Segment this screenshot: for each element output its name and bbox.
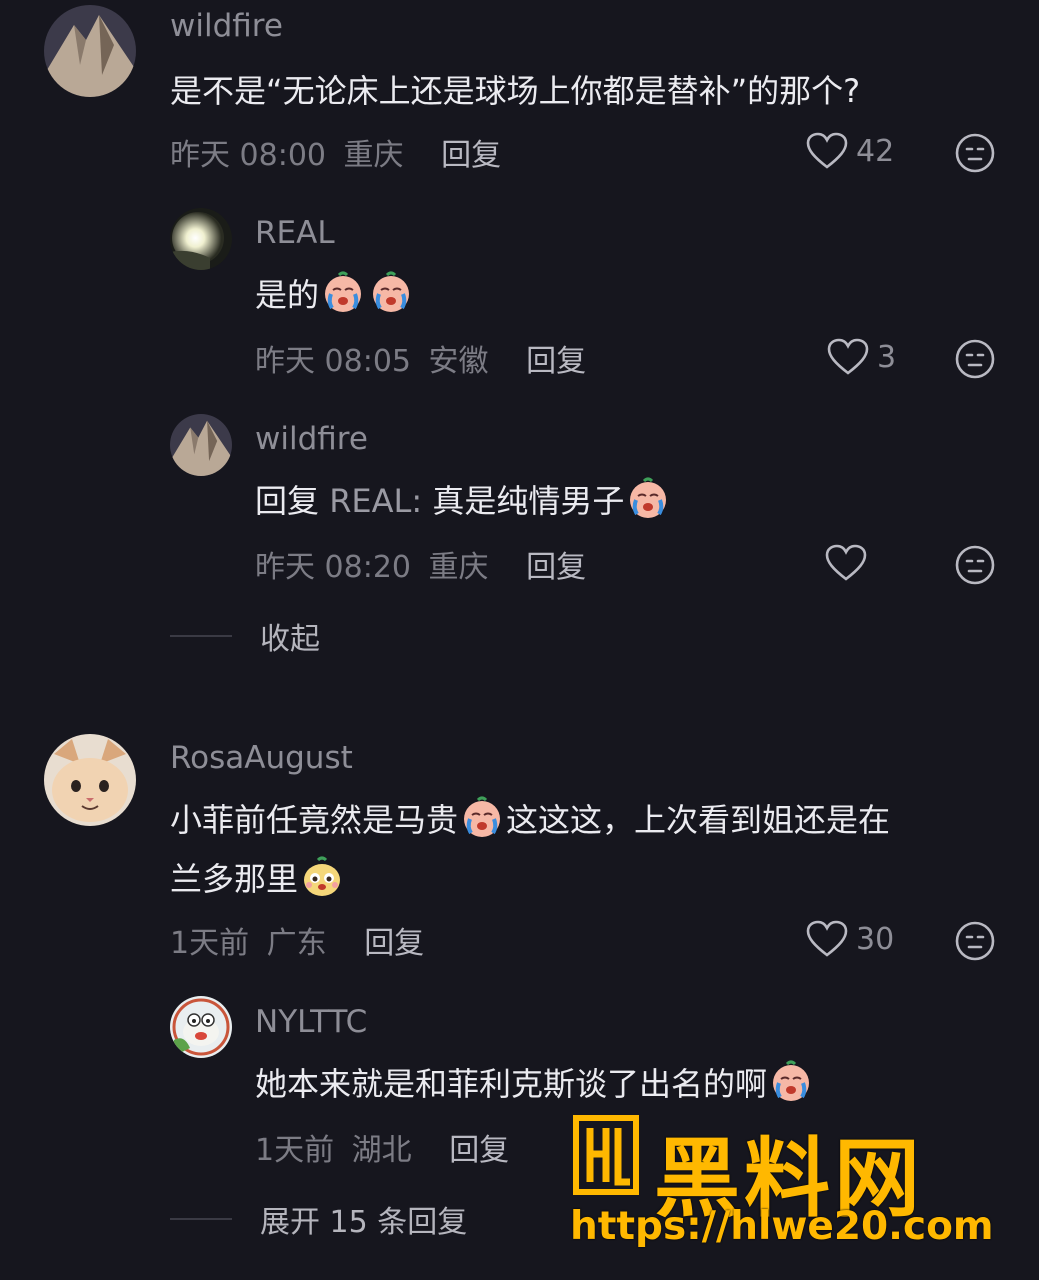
timestamp: 1天前 [170,926,250,961]
crying-face-emoji-icon [769,1059,813,1103]
location: 广东 [266,926,327,961]
username[interactable]: NYLTTC [255,1004,367,1040]
meh-face-icon [955,921,995,961]
like-button[interactable]: 42 [806,132,894,170]
crying-face-emoji-icon [369,270,413,314]
location: 重庆 [343,138,404,173]
meh-face-icon [955,133,995,173]
like-button[interactable] [825,544,875,582]
reply-button[interactable]: 回复 [526,550,586,585]
reply-button[interactable]: 回复 [449,1133,509,1168]
comment-text: 回复 REAL: 真是纯情男子 [255,472,672,531]
comment-meta: 昨天 08:05 安徽 回复 [255,336,586,380]
location: 安徽 [428,344,489,379]
heart-icon [806,132,848,169]
like-count: 42 [856,133,895,169]
cat-avatar-icon [44,734,136,826]
comment-text-content: 兰多那里 [170,860,299,898]
location: 重庆 [428,550,489,585]
divider [170,635,232,637]
comment-meta: 1天前 广东 回复 [170,918,424,962]
collapse-replies-button[interactable]: 收起 [170,614,320,658]
comment-meta: 1天前 湖北 回复 [255,1125,509,1169]
dislike-button[interactable] [955,545,995,585]
comment-text-line2: 兰多那里 [170,850,346,909]
reply-button[interactable]: 回复 [526,344,586,379]
expand-label: 展开 15 条回复 [260,1205,468,1240]
watermark-logo-icon [566,1114,646,1196]
comment-text-content: 小菲前任竟然是马贵 [170,801,459,839]
heart-icon [825,544,867,581]
comment-text: 小菲前任竟然是马贵 这这这，上次看到姐还是在 [170,791,890,850]
reply-prefix: 回复 [255,482,330,520]
comment-meta: 昨天 08:00 重庆 回复 [170,130,501,174]
reply-target[interactable]: REAL: [329,482,422,520]
username[interactable]: RosaAugust [170,740,353,776]
location: 湖北 [351,1133,412,1168]
watermark-url: https://hlwe20.com [570,1204,994,1249]
avatar[interactable] [44,734,136,826]
divider [170,1218,232,1220]
mountain-avatar-icon [170,414,232,476]
avatar[interactable] [170,208,232,270]
heart-icon [827,338,869,375]
avatar[interactable] [170,996,232,1058]
like-button[interactable]: 30 [806,920,894,958]
comment-text-content: 这这这，上次看到姐还是在 [506,801,891,839]
comment-meta: 昨天 08:20 重庆 回复 [255,542,586,586]
collapse-label: 收起 [260,622,320,657]
frog-avatar-icon [170,996,232,1058]
timestamp: 昨天 08:00 [170,138,326,173]
crying-face-emoji-icon [321,270,365,314]
comment-text: 是的 [255,266,415,325]
watermark: 黑料网 https://hlwe20.com [566,1108,1006,1268]
crying-face-emoji-icon [626,476,670,520]
dislike-button[interactable] [955,921,995,961]
like-count: 3 [877,339,897,375]
username[interactable]: wildfire [170,8,283,44]
peeking-face-emoji-icon [300,854,344,898]
timestamp: 昨天 08:05 [255,344,411,379]
timestamp: 1天前 [255,1133,335,1168]
avatar[interactable] [44,5,136,97]
reply-button[interactable]: 回复 [441,138,501,173]
comment-text: 是不是“无论床上还是球场上你都是替补”的那个? [170,72,861,110]
dislike-button[interactable] [955,339,995,379]
mountain-avatar-icon [44,5,136,97]
dislike-button[interactable] [955,133,995,173]
expand-replies-button[interactable]: 展开 15 条回复 [170,1197,467,1241]
comment-text-content: 她本来就是和菲利克斯谈了出名的啊 [255,1065,768,1103]
heart-icon [806,920,848,957]
meh-face-icon [955,339,995,379]
timestamp: 昨天 08:20 [255,550,411,585]
light-avatar-icon [170,208,232,270]
comment-text: 她本来就是和菲利克斯谈了出名的啊 [255,1055,815,1114]
like-button[interactable]: 3 [827,338,896,376]
comment-text-content: 是的 [255,276,320,314]
reply-button[interactable]: 回复 [364,926,424,961]
comment-text-content: 真是纯情男子 [422,482,625,520]
watermark-word: 黑料网 [654,1129,924,1229]
crying-face-emoji-icon [460,795,504,839]
avatar[interactable] [170,414,232,476]
like-count: 30 [856,921,895,957]
username[interactable]: REAL [255,215,335,251]
username[interactable]: wildfire [255,421,368,457]
meh-face-icon [955,545,995,585]
